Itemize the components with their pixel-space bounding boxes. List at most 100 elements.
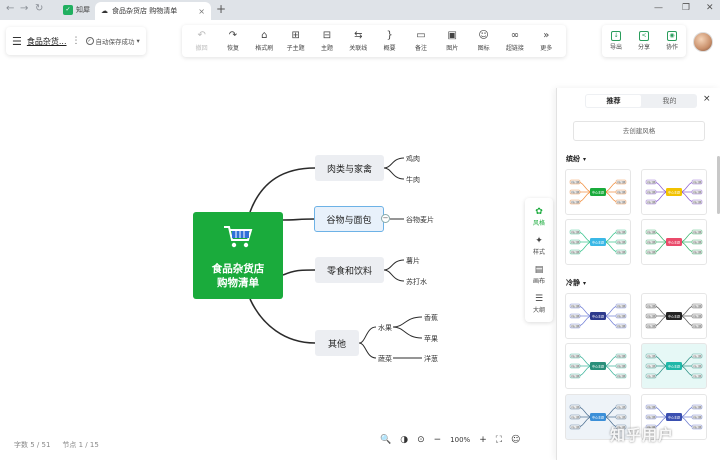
topic-button[interactable]: ⊟ 主题 [312, 30, 342, 52]
style-thumbnail[interactable]: 中心主题 分支主题 分支主题 分支主题 分支主题 分支主题 分支主题 [641, 343, 707, 389]
image-icon: ▣ [447, 30, 457, 41]
side-tab-outline[interactable]: ☰ 大纲 [533, 294, 545, 314]
collaborate-button[interactable]: ◉ 协作 [666, 31, 678, 51]
document-tab[interactable]: ☁ 食品杂货店 购物清单 × [95, 2, 211, 20]
note-button[interactable]: ▭ 备注 [406, 30, 436, 52]
subtopic-button[interactable]: ⊞ 子主题 [281, 30, 311, 52]
svg-text:分支主题: 分支主题 [693, 250, 703, 254]
word-count: 字数 5 / 51 [14, 441, 51, 449]
app-tab-label: 知犀 [76, 6, 90, 14]
leaf-beef[interactable]: 牛肉 [406, 175, 420, 185]
new-tab-button[interactable]: + [216, 2, 226, 16]
svg-text:分支主题: 分支主题 [647, 240, 657, 244]
menu-icon[interactable]: ☰ [12, 35, 22, 48]
svg-text:分支主题: 分支主题 [693, 190, 703, 194]
style-thumbnail[interactable]: 中心主题 分支主题 分支主题 分支主题 分支主题 分支主题 分支主题 [641, 219, 707, 265]
tab-close-icon[interactable]: × [198, 7, 205, 16]
chevron-down-icon: ▾ [583, 280, 587, 287]
svg-text:分支主题: 分支主题 [693, 354, 703, 358]
svg-text:分支主题: 分支主题 [693, 304, 703, 308]
branch-snacks[interactable]: 零食和饮料 [315, 257, 384, 283]
zoom-in-button[interactable]: + [479, 435, 487, 445]
svg-text:分支主题: 分支主题 [571, 374, 581, 378]
save-status[interactable]: ✓ 自动保存成功 ▾ [85, 36, 140, 46]
tab-mine[interactable]: 我的 [642, 94, 697, 108]
side-tab-palette[interactable]: ✿ 风格 [533, 207, 545, 227]
collapse-toggle[interactable]: − [381, 214, 390, 223]
side-tab-style[interactable]: ✦ 样式 [533, 236, 545, 256]
leaf-soda[interactable]: 苏打水 [406, 277, 427, 287]
toolbar-label: 子主题 [286, 45, 305, 52]
style-thumbnail[interactable]: 中心主题 分支主题 分支主题 分支主题 分支主题 分支主题 分支主题 [565, 219, 631, 265]
svg-text:分支主题: 分支主题 [693, 200, 703, 204]
image-button[interactable]: ▣ 图片 [437, 30, 467, 52]
svg-text:分支主题: 分支主题 [617, 200, 627, 204]
locate-icon[interactable]: ⊙ [417, 435, 425, 445]
section-calm[interactable]: 冷静 ▾ [566, 278, 586, 288]
minimize-icon[interactable]: — [654, 3, 663, 13]
leaf-chicken[interactable]: 鸡肉 [406, 154, 420, 164]
cloud-icon: ☁ [101, 7, 108, 15]
leaf-banana[interactable]: 香蕉 [424, 313, 438, 323]
link-button[interactable]: ∞ 超链接 [500, 30, 530, 52]
feedback-icon[interactable]: ☺ [511, 435, 520, 445]
chevron-down-icon: ▾ [136, 37, 140, 45]
side-tab-canvas[interactable]: ▤ 画布 [533, 265, 545, 285]
leaf-apple[interactable]: 苹果 [424, 334, 438, 344]
svg-text:中心主题: 中心主题 [668, 314, 680, 319]
export-button[interactable]: ↓ 导出 [610, 31, 622, 51]
thumbnail-preview: 中心主题 分支主题 分支主题 分支主题 分支主题 分支主题 分支主题 [645, 303, 703, 329]
connector-other [249, 298, 316, 344]
back-icon[interactable]: ← [6, 3, 14, 14]
status-bar: 字数 5 / 51 节点 1 / 15 [14, 440, 99, 450]
avatar[interactable] [693, 32, 713, 52]
file-name[interactable]: 食品杂货... [27, 36, 67, 47]
style-thumbnail[interactable]: 中心主题 分支主题 分支主题 分支主题 分支主题 分支主题 分支主题 [565, 293, 631, 339]
leaf-onion[interactable]: 洋葱 [424, 354, 438, 364]
app-tab[interactable]: ✓ 知犀 [58, 2, 95, 18]
outline-icon: ☰ [534, 293, 544, 304]
app-logo-icon: ✓ [63, 5, 73, 15]
window-close-icon[interactable]: ✕ [706, 3, 714, 13]
more-button[interactable]: » 更多 [531, 30, 561, 52]
share-button[interactable]: < 分享 [638, 31, 650, 51]
forward-icon[interactable]: → [20, 3, 28, 14]
emoji-button[interactable]: ☺ 图标 [469, 30, 499, 52]
style-thumbnail[interactable]: 中心主题 分支主题 分支主题 分支主题 分支主题 分支主题 分支主题 [641, 293, 707, 339]
summary-button[interactable]: } 概要 [375, 30, 405, 52]
undo-button[interactable]: ↶ 撤回 [187, 30, 217, 52]
create-style-button[interactable]: 去创建风格 [573, 121, 705, 141]
leaf-chips[interactable]: 薯片 [406, 256, 420, 266]
style-thumbnail[interactable]: 中心主题 分支主题 分支主题 分支主题 分支主题 分支主题 分支主题 [565, 169, 631, 215]
subbranch-veg[interactable]: 蔬菜 [378, 354, 392, 364]
format-brush-button[interactable]: ⌂ 格式刷 [249, 30, 279, 52]
branch-other[interactable]: 其他 [315, 330, 359, 356]
relation-line-button[interactable]: ⇆ 关联线 [343, 30, 373, 52]
svg-text:分支主题: 分支主题 [647, 190, 657, 194]
pan-icon[interactable]: ◑ [400, 435, 408, 445]
reload-icon[interactable]: ↻ [35, 3, 43, 14]
mindmap-canvas[interactable]: 食品杂货店 购物清单 肉类与家禽 谷物与面包 − 零食和饮料 其他 鸡肉 牛肉 谷… [0, 60, 555, 460]
section-colorful[interactable]: 缤纷 ▾ [566, 154, 586, 164]
style-thumbnail[interactable]: 中心主题 分支主题 分支主题 分支主题 分支主题 分支主题 分支主题 [565, 343, 631, 389]
root-topic[interactable]: 食品杂货店 购物清单 [193, 212, 283, 299]
svg-text:中心主题: 中心主题 [668, 364, 680, 369]
leaf-cereal[interactable]: 谷物麦片 [406, 215, 434, 225]
branch-meat[interactable]: 肉类与家禽 [315, 155, 384, 181]
redo-button[interactable]: ↷ 恢复 [218, 30, 248, 52]
file-more-icon[interactable]: ⋮ [72, 36, 81, 46]
subbranch-fruit[interactable]: 水果 [378, 323, 392, 333]
zoom-out-button[interactable]: − [434, 435, 442, 445]
connector-fruit [358, 326, 377, 344]
svg-text:分支主题: 分支主题 [617, 314, 627, 318]
more-icon: » [543, 30, 550, 41]
tab-recommended[interactable]: 推荐 [586, 95, 641, 107]
panel-close-icon[interactable]: × [703, 94, 711, 104]
fullscreen-icon[interactable]: ⛶ [496, 435, 502, 445]
search-icon[interactable]: 🔍 [380, 435, 391, 445]
save-check-icon: ✓ [85, 37, 94, 45]
svg-text:分支主题: 分支主题 [571, 240, 581, 244]
branch-grain[interactable]: 谷物与面包 [314, 206, 384, 232]
restore-icon[interactable]: ❐ [682, 3, 690, 13]
style-thumbnail[interactable]: 中心主题 分支主题 分支主题 分支主题 分支主题 分支主题 分支主题 [641, 169, 707, 215]
